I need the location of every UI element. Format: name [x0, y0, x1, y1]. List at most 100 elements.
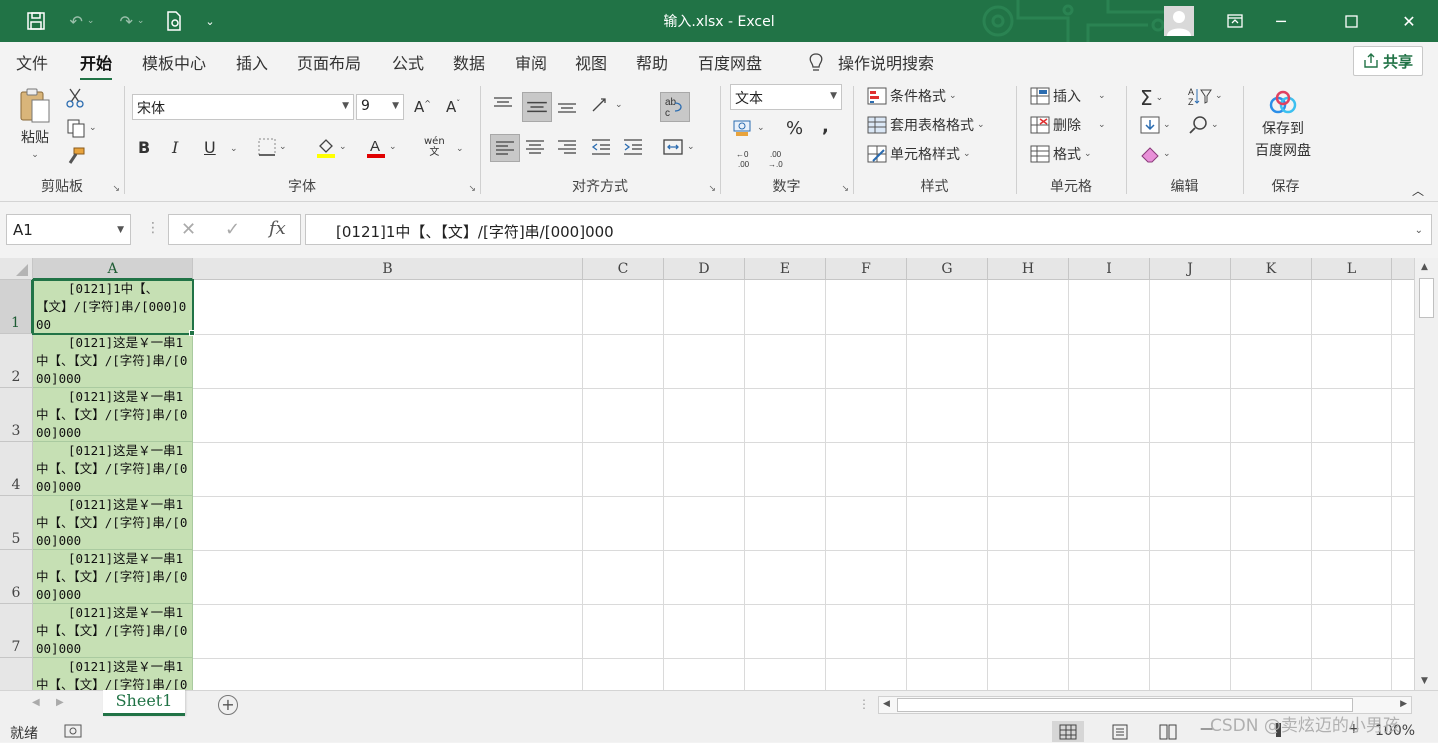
add-sheet-icon[interactable]: + [218, 695, 238, 715]
row-header-8[interactable]: 8 [0, 658, 33, 690]
increase-font-size-button[interactable]: A^ [414, 98, 431, 116]
decrease-decimal-button[interactable]: .00 →.0 [766, 148, 788, 170]
row-header-4[interactable]: 4 [0, 442, 33, 496]
share-button[interactable]: 共享 [1353, 46, 1423, 76]
bold-button[interactable]: B [138, 138, 150, 157]
column-header-H[interactable]: H [988, 258, 1069, 280]
copy-button[interactable]: ⌄ [66, 118, 97, 138]
tab-baidu-netdisk[interactable]: 百度网盘 [698, 50, 762, 74]
underline-dropdown-icon[interactable]: ⌄ [230, 144, 238, 154]
decrease-indent-button[interactable] [590, 136, 612, 158]
tab-view[interactable]: 视图 [575, 50, 607, 74]
align-left-button[interactable] [490, 134, 520, 162]
tab-template-center[interactable]: 模板中心 [142, 50, 206, 74]
paste-dropdown-icon[interactable]: ⌄ [31, 150, 39, 160]
tab-home[interactable]: 开始 [80, 50, 113, 81]
page-break-view-button[interactable] [1152, 721, 1184, 742]
fill-button[interactable]: ⌄ [1140, 115, 1171, 135]
phonetic-dropdown-icon[interactable]: ⌄ [456, 144, 464, 154]
column-header-L[interactable]: L [1312, 258, 1392, 280]
cell-A2[interactable]: [0121]这是￥一串1中【、【文】/[字符]串/[000]000 [33, 334, 193, 388]
maximize-icon[interactable] [1328, 0, 1374, 42]
number-format-combo[interactable]: 文本 ▼ [730, 84, 842, 110]
select-all-button[interactable] [0, 258, 33, 280]
scroll-up-icon[interactable]: ▲ [1421, 262, 1428, 272]
column-header-D[interactable]: D [664, 258, 745, 280]
user-avatar-icon[interactable] [1164, 6, 1194, 36]
column-header-B[interactable]: B [193, 258, 583, 280]
tab-split-grip-icon[interactable]: ⋮ [858, 697, 870, 711]
row-header-7[interactable]: 7 [0, 604, 33, 658]
column-header-K[interactable]: K [1231, 258, 1312, 280]
collapse-ribbon-icon[interactable]: ︿ [1412, 182, 1424, 199]
column-header-J[interactable]: J [1150, 258, 1231, 280]
close-icon[interactable]: ✕ [1386, 0, 1432, 42]
tab-formulas[interactable]: 公式 [392, 50, 424, 74]
scroll-left-icon[interactable]: ◀ [883, 699, 890, 709]
cell-A8[interactable]: [0121]这是￥一串1中【、【文】/[字符]串/[000]000 [33, 658, 193, 690]
format-painter-button[interactable] [66, 146, 86, 166]
cell-A5[interactable]: [0121]这是￥一串1中【、【文】/[字符]串/[000]000 [33, 496, 193, 550]
column-header-E[interactable]: E [745, 258, 826, 280]
cell-A6[interactable]: [0121]这是￥一串1中【、【文】/[字符]串/[000]000 [33, 550, 193, 604]
row-header-1[interactable]: 1 [0, 280, 33, 334]
align-right-button[interactable] [556, 136, 578, 158]
insert-cells-button[interactable]: 插入 ⌄ [1030, 86, 1106, 106]
column-header-A[interactable]: A [33, 258, 193, 280]
tab-page-layout[interactable]: 页面布局 [297, 50, 361, 74]
confirm-entry-icon[interactable]: ✓ [225, 219, 240, 240]
find-select-button[interactable]: ⌄ [1188, 115, 1219, 135]
autosum-button[interactable]: Σ ⌄ [1140, 86, 1163, 110]
phonetic-guide-button[interactable]: wén 文 [424, 136, 445, 158]
decrease-font-size-button[interactable]: Aˇ [446, 98, 460, 116]
insert-function-icon[interactable]: fx [269, 218, 286, 239]
clear-button[interactable]: ⌄ [1140, 144, 1171, 164]
row-header-5[interactable]: 5 [0, 496, 33, 550]
accounting-format-button[interactable]: ⌄ [732, 118, 765, 138]
alignment-launcher-icon[interactable]: ↘ [708, 184, 716, 194]
cancel-entry-icon[interactable]: ✕ [181, 219, 196, 240]
sheet-tab-sheet1[interactable]: Sheet1 [103, 690, 185, 716]
delete-cells-button[interactable]: 删除 ⌄ [1030, 115, 1106, 135]
underline-button[interactable]: U [204, 138, 216, 157]
font-name-combo[interactable]: 宋体 ▼ [132, 94, 354, 120]
column-header-C[interactable]: C [583, 258, 664, 280]
conditional-formatting-button[interactable]: 条件格式 ⌄ [867, 86, 957, 106]
column-header-partial[interactable] [1392, 258, 1414, 280]
font-launcher-icon[interactable]: ↘ [468, 184, 476, 194]
orientation-button[interactable]: ⌄ [590, 94, 623, 116]
column-header-G[interactable]: G [907, 258, 988, 280]
horizontal-scroll-thumb[interactable] [897, 698, 1353, 712]
cell-A3[interactable]: [0121]这是￥一串1中【、【文】/[字符]串/[000]000 [33, 388, 193, 442]
font-color-button[interactable]: A ⌄ [366, 136, 397, 158]
cell-styles-button[interactable]: 单元格样式 ⌄ [867, 144, 971, 164]
formula-bar-grip-icon[interactable]: ⋮ [146, 220, 160, 236]
align-bottom-button[interactable] [556, 94, 578, 116]
normal-view-button[interactable] [1052, 721, 1084, 742]
cut-button[interactable] [66, 88, 84, 108]
tab-data[interactable]: 数据 [453, 50, 485, 74]
column-header-F[interactable]: F [826, 258, 907, 280]
worksheet-grid[interactable]: A B C D E F G H I J K L 1 2 3 4 5 6 7 8 … [0, 258, 1414, 690]
align-center-button[interactable] [524, 136, 546, 158]
tab-insert[interactable]: 插入 [236, 50, 268, 74]
formula-input[interactable]: [0121]1中【、【文】/[字符]串/[000]000 ⌄ [305, 214, 1432, 245]
wrap-text-button[interactable]: ab c [660, 92, 690, 122]
clipboard-launcher-icon[interactable]: ↘ [112, 184, 120, 194]
fill-color-button[interactable]: ⌄ [316, 136, 347, 158]
tab-file[interactable]: 文件 [16, 50, 48, 74]
column-header-I[interactable]: I [1069, 258, 1150, 280]
name-box[interactable]: A1 ▼ [6, 214, 131, 245]
merge-center-button[interactable]: ⌄ [662, 136, 695, 158]
vertical-scrollbar[interactable]: ▲ ▼ [1414, 258, 1438, 690]
prev-sheet-icon[interactable]: ◀ [32, 697, 40, 708]
align-top-button[interactable] [492, 94, 514, 116]
expand-formula-bar-icon[interactable]: ⌄ [1415, 225, 1423, 236]
cell-A1[interactable]: [0121]1中【、【文】/[字符]串/[000]000 [32, 279, 194, 335]
save-to-baidu-button[interactable]: 保存到 百度网盘 [1255, 90, 1311, 160]
next-sheet-icon[interactable]: ▶ [56, 697, 64, 708]
paste-button[interactable]: 粘贴 ⌄ [18, 86, 52, 160]
increase-indent-button[interactable] [622, 136, 644, 158]
align-middle-button[interactable] [522, 92, 552, 122]
tab-review[interactable]: 审阅 [515, 50, 547, 74]
